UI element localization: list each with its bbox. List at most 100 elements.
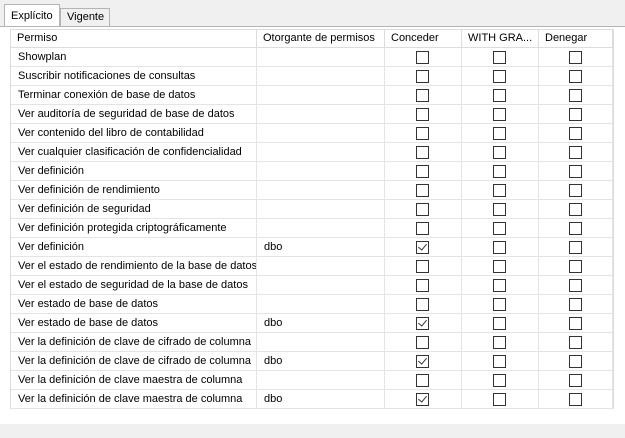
table-row[interactable]: Ver definición de seguridad — [11, 200, 613, 219]
column-header-with-grant[interactable]: WITH GRA... — [462, 30, 539, 47]
grant-checkbox[interactable] — [416, 146, 429, 159]
grant-checkbox[interactable] — [416, 108, 429, 121]
permission-name: Ver definición — [11, 238, 257, 256]
with-grant-checkbox[interactable] — [493, 279, 506, 292]
with-grant-checkbox[interactable] — [493, 70, 506, 83]
table-row[interactable]: Showplan — [11, 48, 613, 67]
table-row[interactable]: Ver contenido del libro de contabilidad — [11, 124, 613, 143]
table-row[interactable]: Ver cualquier clasificación de confidenc… — [11, 143, 613, 162]
deny-checkbox[interactable] — [569, 298, 582, 311]
with-grant-checkbox[interactable] — [493, 317, 506, 330]
table-row[interactable]: Ver la definición de clave de cifrado de… — [11, 333, 613, 352]
deny-checkbox[interactable] — [569, 184, 582, 197]
deny-checkbox[interactable] — [569, 127, 582, 140]
table-row[interactable]: Ver definición dbo — [11, 238, 613, 257]
with-grant-checkbox[interactable] — [493, 89, 506, 102]
deny-checkbox[interactable] — [569, 222, 582, 235]
column-header-deny[interactable]: Denegar — [539, 30, 613, 47]
deny-checkbox[interactable] — [569, 336, 582, 349]
deny-checkbox[interactable] — [569, 70, 582, 83]
deny-checkbox[interactable] — [569, 146, 582, 159]
deny-checkbox-cell — [539, 352, 613, 370]
grant-checkbox[interactable] — [416, 279, 429, 292]
table-row[interactable]: Ver definición — [11, 162, 613, 181]
table-row[interactable]: Ver el estado de rendimiento de la base … — [11, 257, 613, 276]
with-grant-checkbox[interactable] — [493, 260, 506, 273]
grant-checkbox-cell — [385, 48, 462, 66]
table-row[interactable]: Ver definición de rendimiento — [11, 181, 613, 200]
grant-checkbox[interactable] — [416, 165, 429, 178]
table-row[interactable]: Ver estado de base de datos dbo — [11, 314, 613, 333]
grantor-name — [257, 124, 385, 142]
grant-checkbox-cell — [385, 181, 462, 199]
grant-checkbox-cell — [385, 219, 462, 237]
deny-checkbox[interactable] — [569, 108, 582, 121]
with-grant-checkbox[interactable] — [493, 393, 506, 406]
with-grant-checkbox-cell — [462, 105, 539, 123]
grant-checkbox[interactable] — [416, 317, 429, 330]
permission-name: Ver auditoría de seguridad de base de da… — [11, 105, 257, 123]
grant-checkbox[interactable] — [416, 203, 429, 216]
column-header-permission[interactable]: Permiso — [11, 30, 257, 47]
grant-checkbox[interactable] — [416, 336, 429, 349]
table-row[interactable]: Ver el estado de seguridad de la base de… — [11, 276, 613, 295]
permission-name: Ver la definición de clave maestra de co… — [11, 390, 257, 408]
deny-checkbox[interactable] — [569, 279, 582, 292]
grant-checkbox[interactable] — [416, 51, 429, 64]
grant-checkbox[interactable] — [416, 374, 429, 387]
table-row[interactable]: Terminar conexión de base de datos — [11, 86, 613, 105]
grantor-name — [257, 143, 385, 161]
grant-checkbox[interactable] — [416, 260, 429, 273]
grant-checkbox[interactable] — [416, 89, 429, 102]
deny-checkbox[interactable] — [569, 355, 582, 368]
grant-checkbox[interactable] — [416, 298, 429, 311]
with-grant-checkbox[interactable] — [493, 146, 506, 159]
deny-checkbox[interactable] — [569, 260, 582, 273]
with-grant-checkbox[interactable] — [493, 336, 506, 349]
deny-checkbox[interactable] — [569, 317, 582, 330]
grantor-name: dbo — [257, 352, 385, 370]
table-row[interactable]: Ver definición protegida criptográficame… — [11, 219, 613, 238]
grant-checkbox[interactable] — [416, 70, 429, 83]
permission-name: Ver el estado de seguridad de la base de… — [11, 276, 257, 294]
deny-checkbox[interactable] — [569, 51, 582, 64]
with-grant-checkbox[interactable] — [493, 355, 506, 368]
grant-checkbox-cell — [385, 257, 462, 275]
with-grant-checkbox[interactable] — [493, 165, 506, 178]
table-row[interactable]: Ver estado de base de datos — [11, 295, 613, 314]
deny-checkbox[interactable] — [569, 241, 582, 254]
with-grant-checkbox[interactable] — [493, 203, 506, 216]
grant-checkbox[interactable] — [416, 393, 429, 406]
grant-checkbox[interactable] — [416, 355, 429, 368]
table-row[interactable]: Ver la definición de clave maestra de co… — [11, 371, 613, 390]
grant-checkbox[interactable] — [416, 241, 429, 254]
tab-effective[interactable]: Vigente — [60, 8, 110, 26]
table-row[interactable]: Ver la definición de clave de cifrado de… — [11, 352, 613, 371]
deny-checkbox[interactable] — [569, 203, 582, 216]
grant-checkbox[interactable] — [416, 184, 429, 197]
with-grant-checkbox-cell — [462, 200, 539, 218]
table-row[interactable]: Ver la definición de clave maestra de co… — [11, 390, 613, 409]
tab-explicit[interactable]: Explícito — [4, 4, 60, 26]
with-grant-checkbox[interactable] — [493, 51, 506, 64]
table-row[interactable]: Suscribir notificaciones de consultas — [11, 67, 613, 86]
deny-checkbox[interactable] — [569, 89, 582, 102]
deny-checkbox-cell — [539, 162, 613, 180]
with-grant-checkbox[interactable] — [493, 184, 506, 197]
with-grant-checkbox[interactable] — [493, 374, 506, 387]
table-row[interactable]: Ver auditoría de seguridad de base de da… — [11, 105, 613, 124]
deny-checkbox[interactable] — [569, 165, 582, 178]
grantor-name — [257, 105, 385, 123]
with-grant-checkbox[interactable] — [493, 222, 506, 235]
grant-checkbox[interactable] — [416, 127, 429, 140]
with-grant-checkbox[interactable] — [493, 127, 506, 140]
with-grant-checkbox[interactable] — [493, 241, 506, 254]
deny-checkbox-cell — [539, 181, 613, 199]
column-header-grantor[interactable]: Otorgante de permisos — [257, 30, 385, 47]
deny-checkbox[interactable] — [569, 374, 582, 387]
with-grant-checkbox[interactable] — [493, 298, 506, 311]
with-grant-checkbox[interactable] — [493, 108, 506, 121]
grant-checkbox[interactable] — [416, 222, 429, 235]
deny-checkbox[interactable] — [569, 393, 582, 406]
column-header-grant[interactable]: Conceder — [385, 30, 462, 47]
